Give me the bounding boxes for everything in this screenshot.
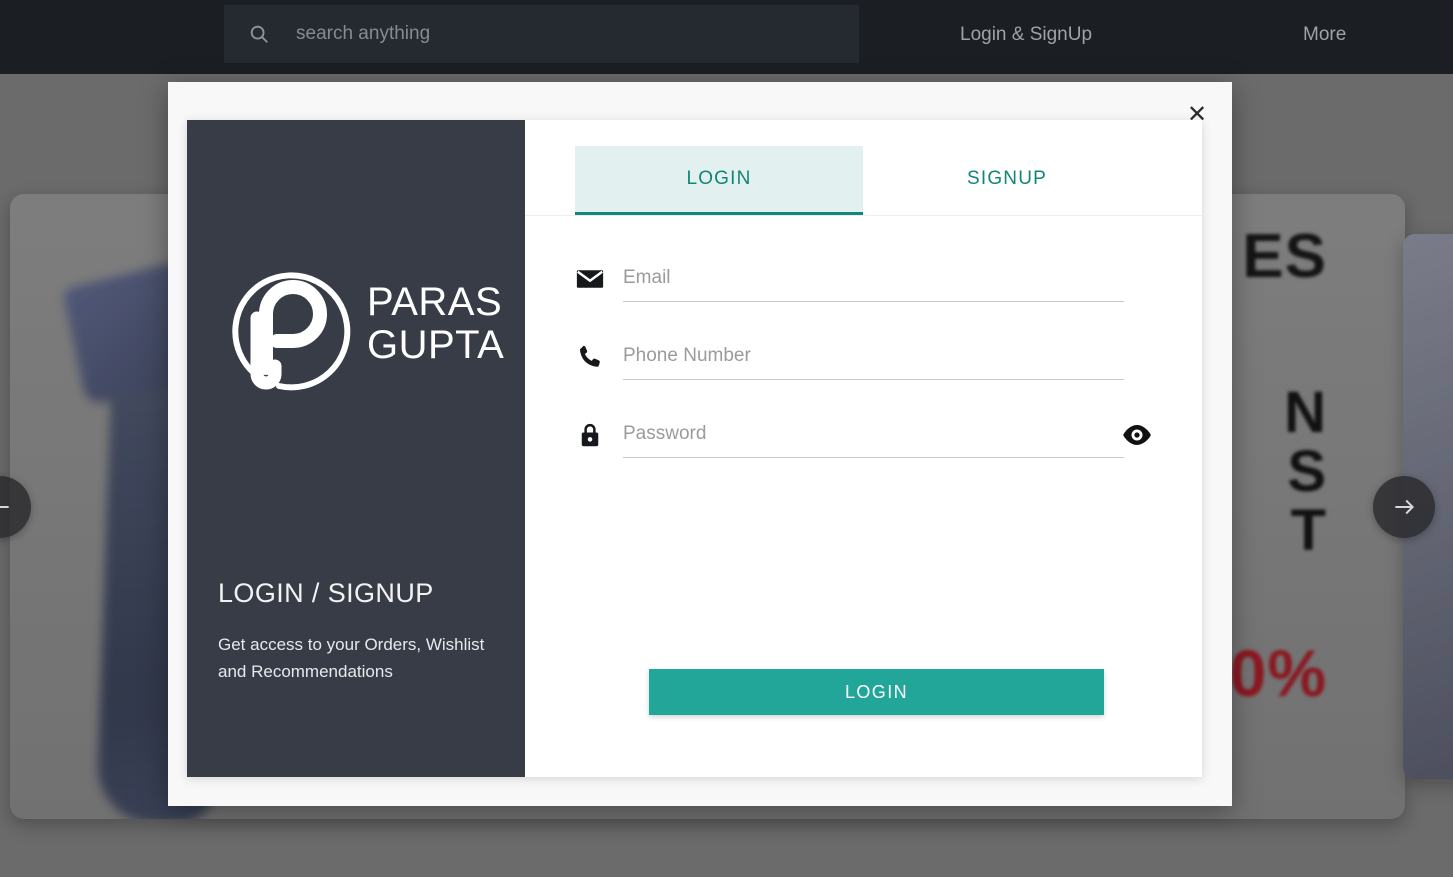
submit-wrapper: LOGIN — [649, 669, 1104, 715]
brand-block: PARAS GUPTA — [217, 248, 507, 400]
lock-icon — [575, 420, 605, 450]
modal-left-panel: PARAS GUPTA LOGIN / SIGNUP Get access to … — [187, 120, 525, 777]
login-modal: ✕ PARAS GUPTA LOGIN / SIGNUP Get access … — [168, 82, 1232, 806]
tab-signup[interactable]: SIGNUP — [863, 146, 1151, 215]
panel-footer: LOGIN / SIGNUP Get access to your Orders… — [218, 578, 505, 685]
password-field-row — [575, 420, 1151, 458]
login-button[interactable]: LOGIN — [649, 669, 1104, 715]
tab-login[interactable]: LOGIN — [575, 146, 863, 215]
login-form: LOGIN — [525, 216, 1202, 715]
brand-name: PARAS GUPTA — [367, 280, 505, 367]
modal-card: PARAS GUPTA LOGIN / SIGNUP Get access to … — [187, 120, 1202, 777]
auth-tabs: LOGIN SIGNUP — [525, 120, 1202, 216]
paras-gupta-p-logo-icon — [217, 248, 363, 400]
panel-title: LOGIN / SIGNUP — [218, 577, 434, 608]
panel-subtitle: Get access to your Orders, Wishlist and … — [218, 634, 485, 681]
phone-input[interactable] — [623, 345, 1124, 380]
app-screen: ES NST 0% search anything Login & SignUp… — [0, 0, 1453, 877]
envelope-icon — [575, 264, 605, 294]
email-field-row — [575, 264, 1124, 302]
eye-icon[interactable] — [1122, 422, 1152, 448]
modal-right-panel: LOGIN SIGNUP Email Phone Number LOGIN — [525, 120, 1202, 777]
phone-field-row — [575, 342, 1124, 380]
phone-icon — [575, 342, 605, 372]
email-input[interactable] — [623, 267, 1124, 302]
password-input[interactable] — [623, 423, 1124, 458]
